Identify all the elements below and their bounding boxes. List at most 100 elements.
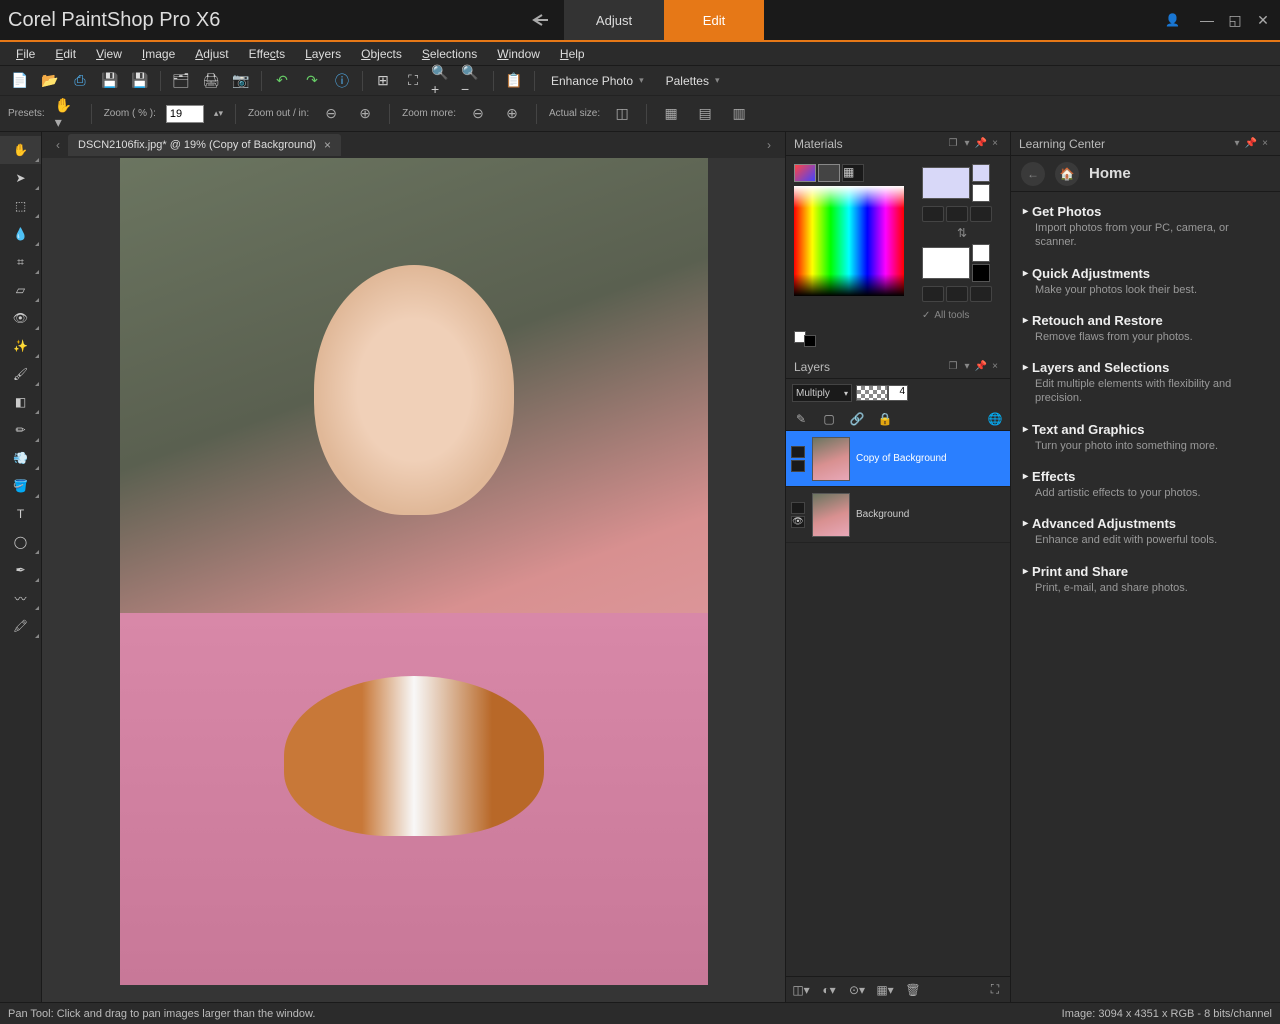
panel-restore-icon[interactable]: ❐ [946, 361, 960, 372]
bg-swap-swatch[interactable] [972, 244, 990, 262]
panel-menu-icon[interactable]: ▾ [1230, 138, 1244, 149]
panel-pin-icon[interactable]: 📌 [974, 138, 988, 149]
tab-adjust[interactable]: Adjust [564, 0, 664, 40]
menu-edit[interactable]: Edit [47, 45, 84, 63]
panel-close-icon[interactable]: × [1258, 138, 1272, 149]
undo-icon[interactable]: ↶ [270, 69, 294, 93]
actual-size-icon[interactable]: ◫ [610, 102, 634, 126]
layer-row[interactable]: Copy of Background [786, 431, 1010, 487]
all-tools-check[interactable]: ✓All tools [922, 310, 1002, 321]
dropper-tool[interactable]: 💧 [0, 220, 41, 248]
mat-null2-icon[interactable] [970, 286, 992, 302]
menu-layers[interactable]: Layers [297, 45, 349, 63]
zoom-out-small-icon[interactable]: ⊖ [319, 102, 343, 126]
panel-menu-icon[interactable]: ▾ [960, 361, 974, 372]
mat-texture2-icon[interactable] [946, 286, 968, 302]
layer-row[interactable]: 👁 Background [786, 487, 1010, 543]
panel-pin-icon[interactable]: 📌 [974, 361, 988, 372]
opacity-value[interactable]: 4 [888, 385, 908, 401]
bw-swatch-black[interactable] [804, 335, 816, 347]
print-icon[interactable]: 🖨 [199, 69, 223, 93]
retouch-tool[interactable]: 💨 [0, 444, 41, 472]
pick-tool[interactable]: ➤ [0, 164, 41, 192]
canvas-viewport[interactable] [42, 158, 785, 1002]
menu-objects[interactable]: Objects [353, 45, 410, 63]
fg-swap-swatch[interactable] [972, 164, 990, 182]
menu-file[interactable]: File [8, 45, 43, 63]
mat-texture-icon[interactable] [946, 206, 968, 222]
zoom-more-in-icon[interactable]: ⊕ [500, 102, 524, 126]
save-as-icon[interactable]: 💾 [128, 69, 152, 93]
material-tab-frame[interactable] [794, 164, 816, 182]
info-icon[interactable]: ⓘ [330, 69, 354, 93]
panel-menu-icon[interactable]: ▾ [960, 138, 974, 149]
shape-tool[interactable]: ◯ [0, 528, 41, 556]
pen-tool[interactable]: ✒ [0, 556, 41, 584]
learn-item-text-graphics[interactable]: Text and Graphics Turn your photo into s… [1011, 414, 1280, 461]
new-group-icon[interactable]: ▦▾ [876, 981, 894, 999]
color-picker[interactable] [794, 186, 904, 296]
redeye-tool[interactable]: 👁 [0, 304, 41, 332]
warp-tool[interactable]: 〰 [0, 584, 41, 612]
palettes-dropdown[interactable]: Palettes [658, 72, 728, 90]
paste-icon[interactable]: 📋 [502, 69, 526, 93]
learn-item-advanced-adjustments[interactable]: Advanced Adjustments Enhance and edit wi… [1011, 508, 1280, 555]
mat-style2-icon[interactable] [922, 286, 944, 302]
menu-adjust[interactable]: Adjust [187, 45, 236, 63]
menu-effects[interactable]: Effects [241, 45, 293, 63]
layer-lock-icon[interactable]: 🔒 [876, 410, 894, 428]
background-swatch[interactable] [922, 247, 970, 279]
learn-item-effects[interactable]: Effects Add artistic effects to your pho… [1011, 461, 1280, 508]
learn-item-quick-adjustments[interactable]: Quick Adjustments Make your photos look … [1011, 258, 1280, 305]
new-mask-icon[interactable]: ⊙▾ [848, 981, 866, 999]
home-icon[interactable]: 🏠 [1055, 162, 1079, 186]
bg-default-swatch[interactable] [972, 264, 990, 282]
camera-icon[interactable]: 📷 [229, 69, 253, 93]
resize-icon[interactable]: ⊞ [371, 69, 395, 93]
tab-prev[interactable]: ‹ [48, 138, 68, 152]
tab-edit[interactable]: Edit [664, 0, 764, 40]
foreground-swatch[interactable] [922, 167, 970, 199]
menu-help[interactable]: Help [552, 45, 593, 63]
gradient-tool[interactable]: ◧ [0, 388, 41, 416]
menu-window[interactable]: Window [489, 45, 548, 63]
delete-layer-icon[interactable]: 🗑 [904, 981, 922, 999]
layer-visibility-icon[interactable]: 👁 [791, 516, 805, 528]
layer-visibility-icon[interactable] [791, 460, 805, 472]
restore-button[interactable]: ◱ [1226, 11, 1244, 29]
organizer-icon[interactable]: 🗂 [169, 69, 193, 93]
learning-back-icon[interactable]: ← [1021, 162, 1045, 186]
enhance-photo-dropdown[interactable]: Enhance Photo [543, 72, 652, 90]
pan-tool[interactable]: ✋ [0, 136, 41, 164]
menu-selections[interactable]: Selections [414, 45, 485, 63]
fill-tool[interactable]: 🪣 [0, 472, 41, 500]
paint-tool[interactable]: ✏ [0, 416, 41, 444]
zoom-in-small-icon[interactable]: ⊕ [353, 102, 377, 126]
clone-tool[interactable]: 🖌 [0, 360, 41, 388]
document-close-icon[interactable]: × [324, 138, 331, 152]
material-tab-swatches[interactable]: ▦ [842, 164, 864, 182]
preset-pan-icon[interactable]: ✋▾ [55, 102, 79, 126]
learn-item-retouch-restore[interactable]: Retouch and Restore Remove flaws from yo… [1011, 305, 1280, 352]
learn-item-print-share[interactable]: Print and Share Print, e-mail, and share… [1011, 556, 1280, 603]
learn-item-layers-selections[interactable]: Layers and Selections Edit multiple elem… [1011, 352, 1280, 414]
zoom-more-out-icon[interactable]: ⊖ [466, 102, 490, 126]
new-file-icon[interactable]: 📄 [8, 69, 32, 93]
learn-item-get-photos[interactable]: Get Photos Import photos from your PC, c… [1011, 196, 1280, 258]
redo-icon[interactable]: ↷ [300, 69, 324, 93]
zoom-out-icon[interactable]: 🔍− [461, 69, 485, 93]
close-button[interactable]: ✕ [1254, 11, 1272, 29]
panel-restore-icon[interactable]: ❐ [946, 138, 960, 149]
perspective-tool[interactable]: ▱ [0, 276, 41, 304]
panel-close-icon[interactable]: × [988, 361, 1002, 372]
ruler-icon[interactable]: ▥ [727, 102, 751, 126]
snap-icon[interactable]: ▤ [693, 102, 717, 126]
fg-default-swatch[interactable] [972, 184, 990, 202]
layer-mask-icon[interactable]: ▢ [820, 410, 838, 428]
open-file-icon[interactable]: 📂 [38, 69, 62, 93]
crop-tool[interactable]: ⌗ [0, 248, 41, 276]
layer-styles-icon[interactable]: 🌐 [986, 410, 1004, 428]
mat-null-icon[interactable] [970, 206, 992, 222]
panel-pin-icon[interactable]: 📌 [1244, 138, 1258, 149]
new-adjustment-icon[interactable]: ◐▾ [820, 981, 838, 999]
